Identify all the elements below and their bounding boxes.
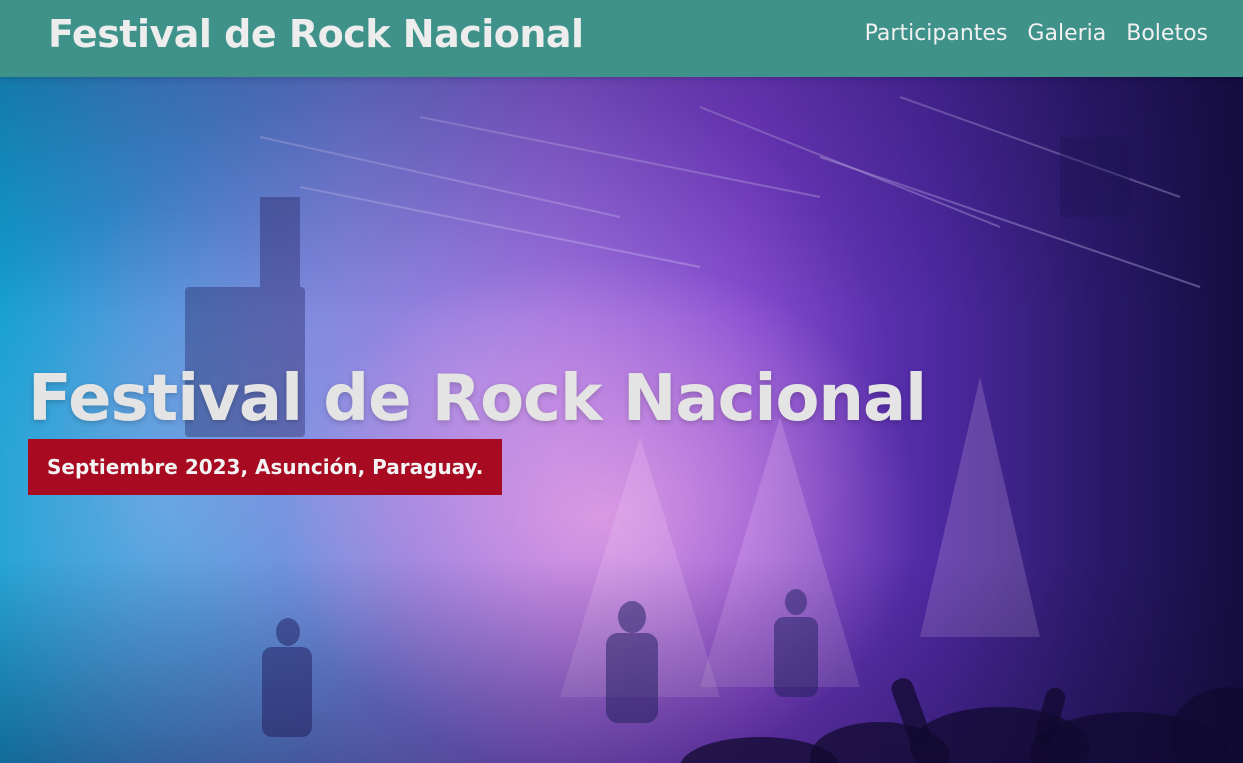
main-nav: Participantes Galeria Boletos [865,18,1208,50]
hero-section: Festival de Rock Nacional Septiembre 202… [0,77,1243,763]
event-date-badge: Septiembre 2023, Asunción, Paraguay. [28,439,503,495]
site-title[interactable]: Festival de Rock Nacional [48,11,584,57]
nav-link-participantes[interactable]: Participantes [865,18,1008,50]
site-header: Festival de Rock Nacional Participantes … [0,0,1243,77]
nav-link-galeria[interactable]: Galeria [1027,18,1106,50]
hero-title: Festival de Rock Nacional [28,362,927,436]
nav-link-boletos[interactable]: Boletos [1126,18,1208,50]
